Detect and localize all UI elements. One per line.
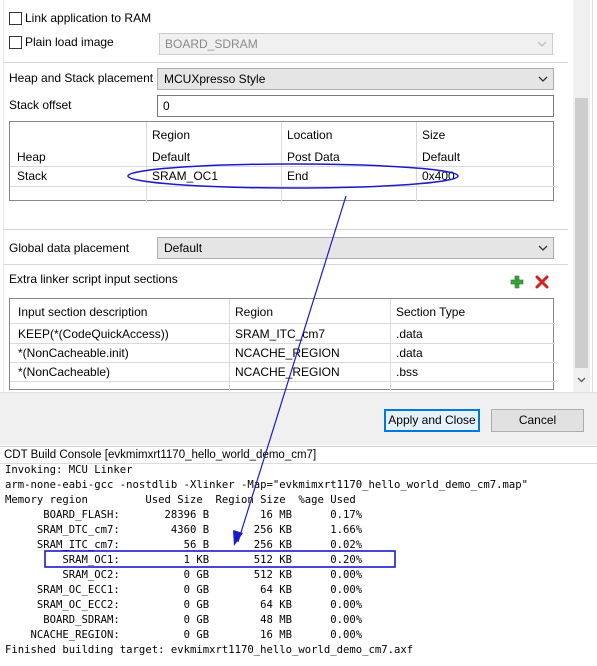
table-row-type[interactable]: .data xyxy=(396,327,423,341)
console-line: BOARD_FLASH: 28396 B 16 MB 0.17% xyxy=(5,509,363,521)
console-line: BOARD_SDRAM: 0 GB 48 MB 0.00% xyxy=(5,614,363,626)
table-row-type[interactable]: .bss xyxy=(396,365,418,379)
row-stack-name: Stack xyxy=(17,169,48,183)
divider xyxy=(4,62,568,63)
divider xyxy=(4,229,568,230)
scroll-down-icon[interactable] xyxy=(576,375,587,385)
row-divider xyxy=(10,166,555,167)
row-heap-name: Heap xyxy=(17,150,46,164)
console-line: SRAM_OC_ECC1: 0 GB 64 KB 0.00% xyxy=(5,584,363,596)
stack-offset-input[interactable]: 0 xyxy=(157,95,554,117)
table-row-region[interactable]: SRAM_ITC_cm7 xyxy=(235,327,325,341)
row-heap-location[interactable]: Post Data xyxy=(287,150,340,164)
console-title: CDT Build Console [evkmimxrt1170_hello_w… xyxy=(4,449,317,461)
table-row-desc[interactable]: *(NonCacheable.init) xyxy=(18,346,129,360)
console-line: Finished building target: evkmimxrt1170_… xyxy=(5,644,414,656)
row-heap-size[interactable]: Default xyxy=(422,150,460,164)
table-row-desc[interactable]: KEEP(*(CodeQuickAccess)) xyxy=(18,327,169,341)
scrollbar[interactable] xyxy=(573,0,590,392)
extra-sections-label: Extra linker script input sections xyxy=(9,272,178,286)
row-heap-region[interactable]: Default xyxy=(152,150,190,164)
dialog-button-bar: Apply and Close Cancel xyxy=(0,392,597,445)
row-divider xyxy=(10,381,555,382)
extra-sections-table: Input section description Region Section… xyxy=(9,298,555,391)
heap-stack-table: Region Location Size Heap Default Post D… xyxy=(9,121,555,202)
build-console: CDT Build Console [evkmimxrt1170_hello_w… xyxy=(0,446,597,666)
column-divider xyxy=(390,299,391,391)
global-data-select[interactable]: Default xyxy=(157,237,554,259)
row-divider xyxy=(10,323,555,324)
console-line: SRAM_OC1: 1 KB 512 KB 0.20% xyxy=(5,554,363,566)
row-divider xyxy=(10,362,555,363)
chevron-down-icon xyxy=(538,245,548,251)
table-header-location: Location xyxy=(287,128,333,142)
column-divider xyxy=(416,122,417,202)
heap-stack-placement-label: Heap and Stack placement xyxy=(9,71,154,85)
table-row-desc[interactable]: *(NonCacheable) xyxy=(18,365,110,379)
plain-load-image-checkbox[interactable] xyxy=(9,36,22,49)
panel-left-border xyxy=(3,0,4,392)
remove-icon[interactable] xyxy=(535,275,549,289)
col-header-desc: Input section description xyxy=(18,305,148,319)
global-data-label: Global data placement xyxy=(9,241,130,255)
column-divider xyxy=(229,299,230,391)
link-to-ram-label: Link application to RAM xyxy=(25,11,152,25)
row-divider xyxy=(10,186,555,187)
row-stack-size[interactable]: 0x400 xyxy=(422,169,455,183)
heap-stack-placement-select[interactable]: MCUXpresso Style xyxy=(157,68,554,90)
table-header-region: Region xyxy=(152,128,191,142)
column-divider xyxy=(281,122,282,202)
table-row-region[interactable]: NCACHE_REGION xyxy=(235,365,340,379)
settings-panel: Link application to RAM Plain load image… xyxy=(0,0,597,392)
scrollbar-thumb[interactable] xyxy=(575,98,588,368)
link-to-ram-checkbox[interactable] xyxy=(9,12,22,25)
console-line: arm-none-eabi-gcc -nostdlib -Xlinker -Ma… xyxy=(5,479,528,491)
heap-stack-placement-value: MCUXpresso Style xyxy=(164,72,266,86)
stack-offset-label: Stack offset xyxy=(9,98,72,112)
table-row-region[interactable]: NCACHE_REGION xyxy=(235,346,340,360)
console-line: Memory region Used Size Region Size %age… xyxy=(5,494,356,506)
panel-right-border xyxy=(592,0,593,392)
console-line: SRAM_ITC_cm7: 56 B 256 KB 0.02% xyxy=(5,539,363,551)
row-stack-location[interactable]: End xyxy=(287,169,308,183)
cancel-button[interactable]: Cancel xyxy=(491,409,584,432)
col-header-type: Section Type xyxy=(396,305,466,319)
plain-load-target-value: BOARD_SDRAM xyxy=(165,37,258,51)
divider xyxy=(4,264,568,265)
col-header-region: Region xyxy=(235,305,274,319)
chevron-down-icon xyxy=(537,41,547,47)
console-line: Invoking: MCU Linker xyxy=(5,464,133,476)
global-data-value: Default xyxy=(164,241,203,255)
row-stack-region[interactable]: SRAM_OC1 xyxy=(152,169,218,183)
console-line: SRAM_OC_ECC2: 0 GB 64 KB 0.00% xyxy=(5,599,363,611)
console-line: NCACHE_REGION: 0 GB 16 MB 0.00% xyxy=(5,629,363,641)
plain-load-target-select[interactable]: BOARD_SDRAM xyxy=(159,33,553,55)
add-icon[interactable] xyxy=(510,275,524,289)
row-divider xyxy=(10,343,555,344)
console-line: SRAM_DTC_cm7: 4360 B 256 KB 1.66% xyxy=(5,524,363,536)
plain-load-image-label: Plain load image xyxy=(25,35,114,49)
table-row-type[interactable]: .data xyxy=(396,346,423,360)
apply-and-close-button[interactable]: Apply and Close xyxy=(384,409,480,432)
chevron-down-icon xyxy=(538,76,548,82)
stack-offset-value: 0 xyxy=(163,99,170,113)
table-header-size: Size xyxy=(422,128,446,142)
console-line: SRAM_OC2: 0 GB 512 KB 0.00% xyxy=(5,569,363,581)
column-divider xyxy=(146,122,147,202)
